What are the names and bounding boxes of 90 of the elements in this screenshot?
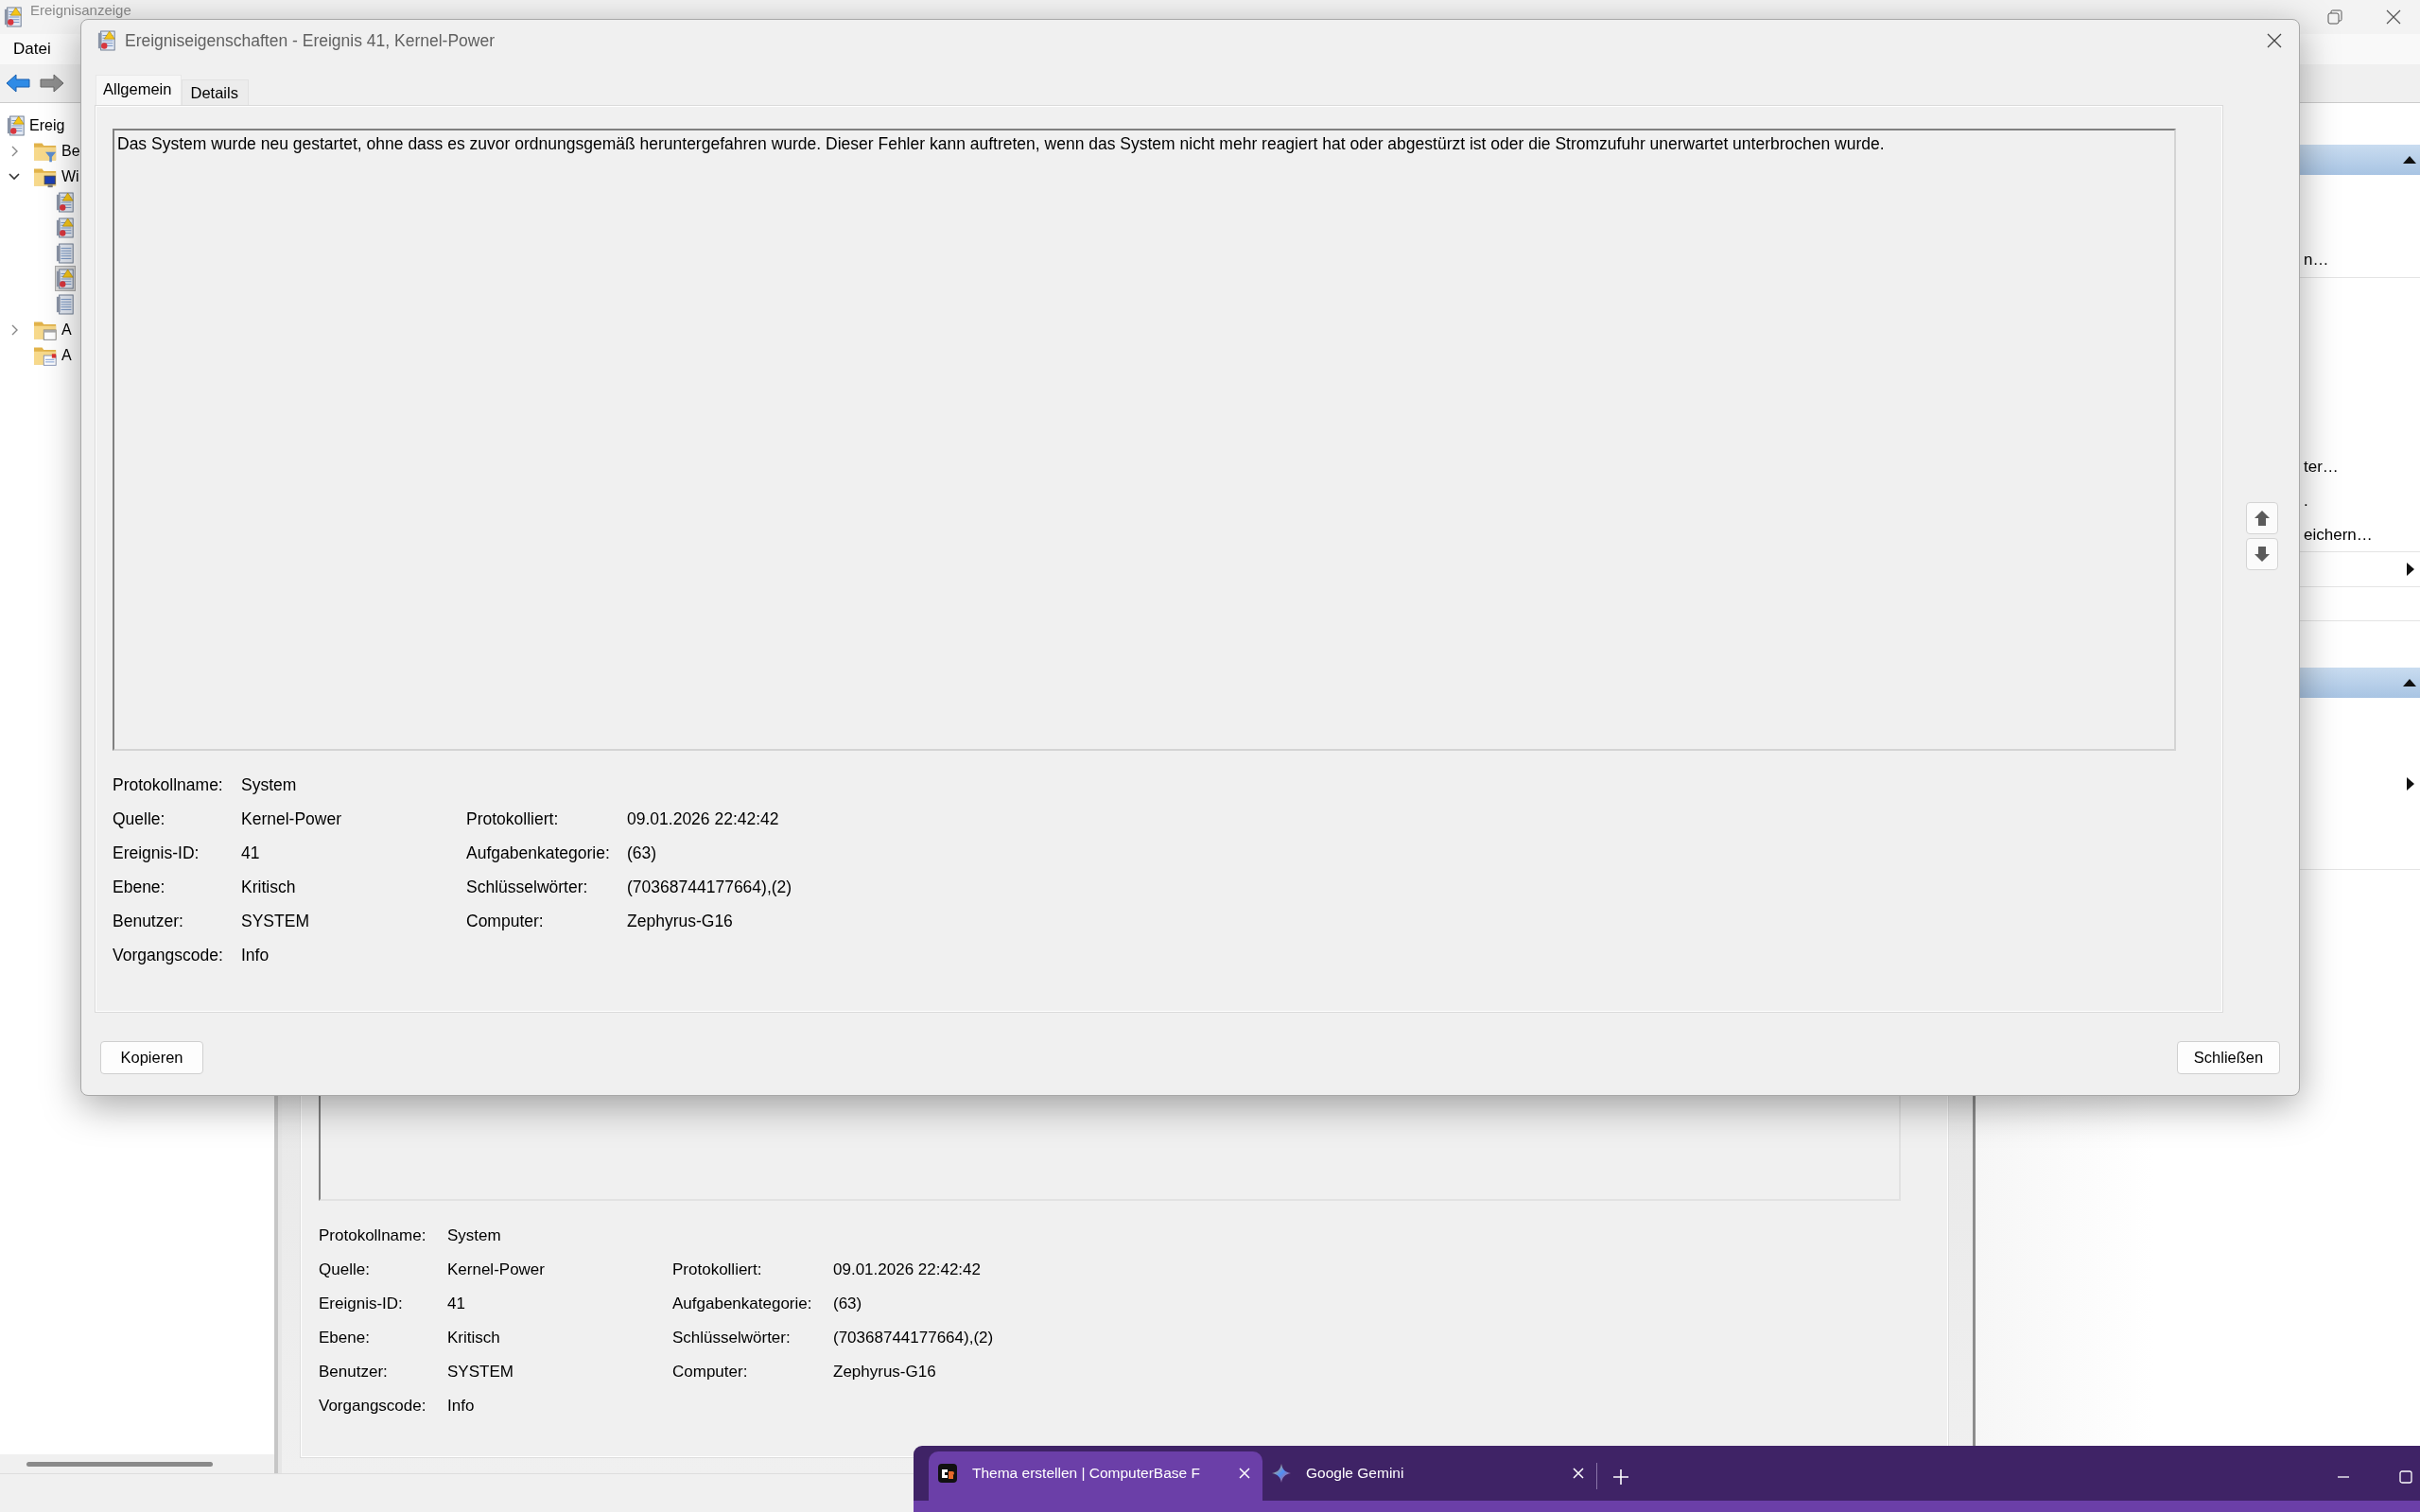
field-value: System [241,774,298,795]
collapse-triangle-icon[interactable] [2403,679,2416,687]
collapse-triangle-icon[interactable] [2403,156,2416,164]
field-label: Protokollname: [319,1226,427,1245]
scroll-up-button[interactable] [2246,502,2278,534]
field-label: Benutzer: [113,911,184,931]
field-value: Kernel-Power [447,1260,546,1279]
event-log-icon [7,114,26,136]
tree-item[interactable]: A [32,317,73,342]
field-label: Protokollname: [113,774,224,795]
maximize-icon[interactable] [2399,1470,2412,1484]
sparkle-icon [1272,1464,1291,1483]
field-value: Info [241,945,270,965]
field-label: Ereignis-ID: [113,843,200,863]
field-value: Zephyrus-G16 [627,911,734,931]
dialog-button[interactable]: Schließen [2177,1041,2280,1074]
field-value: (63) [833,1295,863,1313]
tree-item[interactable] [55,189,76,215]
tree-item[interactable] [55,266,76,291]
menu-item[interactable]: Datei [13,40,51,59]
tree-item[interactable]: Wi [32,164,80,189]
field-value: 41 [241,843,261,863]
tab[interactable]: Details [182,79,249,106]
field-value: Info [447,1397,476,1416]
tree-item[interactable] [55,215,76,240]
tree-item[interactable] [55,291,76,317]
up-arrow-icon [2254,510,2271,527]
field-label: Ebene: [319,1329,371,1347]
field-label: Protokolliert: [466,808,560,829]
field-label: Computer: [466,911,545,931]
browser-tab[interactable]: Thema erstellen | ComputerBase F [929,1451,1262,1501]
action-link[interactable]: . [2304,491,2308,511]
new-tab-icon[interactable] [1612,1469,1629,1486]
window-title: Ereignisanzeige [30,3,131,18]
tree-item[interactable]: Be [32,138,81,164]
field-label: Ereignis-ID: [319,1295,404,1313]
field-value: (63) [627,843,658,863]
close-icon[interactable] [2386,9,2401,25]
dialog-button[interactable]: Kopieren [100,1041,203,1074]
submenu-triangle-icon[interactable] [2407,776,2414,791]
browser-tab[interactable]: Google Gemini [1262,1451,1596,1501]
message-text: Das System wurde neu gestartet, ohne dass es zuvor ordnungsgemäß heruntergefahren wurde. Dieser Fehler kann auftreten, wenn das System nicht mehr reagiert hat oder abgestürzt ist oder die Stromzufuhr unerwartet unterbrochen wurde. [117,134,1885,153]
field-value: (70368744177664),(2) [833,1329,994,1347]
field-value: 41 [447,1295,466,1313]
event-log-icon [56,268,75,289]
log-icon [56,242,75,264]
field-label: Protokolliert: [672,1260,763,1279]
field-label: Aufgabenkategorie: [466,843,611,863]
scrollbar-thumb[interactable] [26,1461,213,1467]
tree-item[interactable]: Ereig [6,113,66,138]
action-link[interactable]: eichern… [2304,525,2373,545]
event-log-icon [56,191,75,213]
submenu-triangle-icon[interactable] [2407,562,2414,576]
scroll-down-button[interactable] [2246,538,2278,570]
field-label: Vorgangscode: [319,1397,427,1416]
down-arrow-icon [2254,546,2271,563]
field-label: Schlüsselwörter: [672,1329,792,1347]
field-value: SYSTEM [241,911,310,931]
field-label: Quelle: [319,1260,371,1279]
field-label: Vorgangscode: [113,945,224,965]
event-log-icon [56,217,75,238]
field-label: Quelle: [113,808,166,829]
field-label: Schlüsselwörter: [466,877,589,897]
field-value: SYSTEM [447,1363,514,1382]
action-link[interactable]: ter… [2304,457,2339,477]
app-icon [97,30,116,51]
field-value: Kritisch [241,877,297,897]
close-icon[interactable] [2267,33,2282,48]
dialog-title: Ereigniseigenschaften - Ereignis 41, Kernel-Power [125,30,496,51]
tree-item[interactable]: A [32,342,73,368]
field-value: Kernel-Power [241,808,343,829]
field-value: (70368744177664),(2) [627,877,792,897]
restore-icon[interactable] [2327,9,2342,25]
field-label: Benutzer: [319,1363,389,1382]
action-link[interactable]: n… [2304,251,2329,270]
field-label: Aufgabenkategorie: [672,1295,813,1313]
log-icon [56,293,75,315]
field-value: Kritisch [447,1329,501,1347]
field-value: 09.01.2026 22:42:42 [833,1260,982,1279]
tab[interactable]: Allgemein [96,75,183,106]
field-label: Computer: [672,1363,749,1382]
forum-logo-icon [938,1464,957,1483]
field-value: 09.01.2026 22:42:42 [627,808,780,829]
back-arrow-icon[interactable] [6,73,30,94]
forward-arrow-icon[interactable] [40,73,64,94]
field-value: Zephyrus-G16 [833,1363,937,1382]
field-value: System [447,1226,502,1245]
app-icon [4,7,23,27]
tree-item[interactable] [55,240,76,266]
field-label: Ebene: [113,877,166,897]
